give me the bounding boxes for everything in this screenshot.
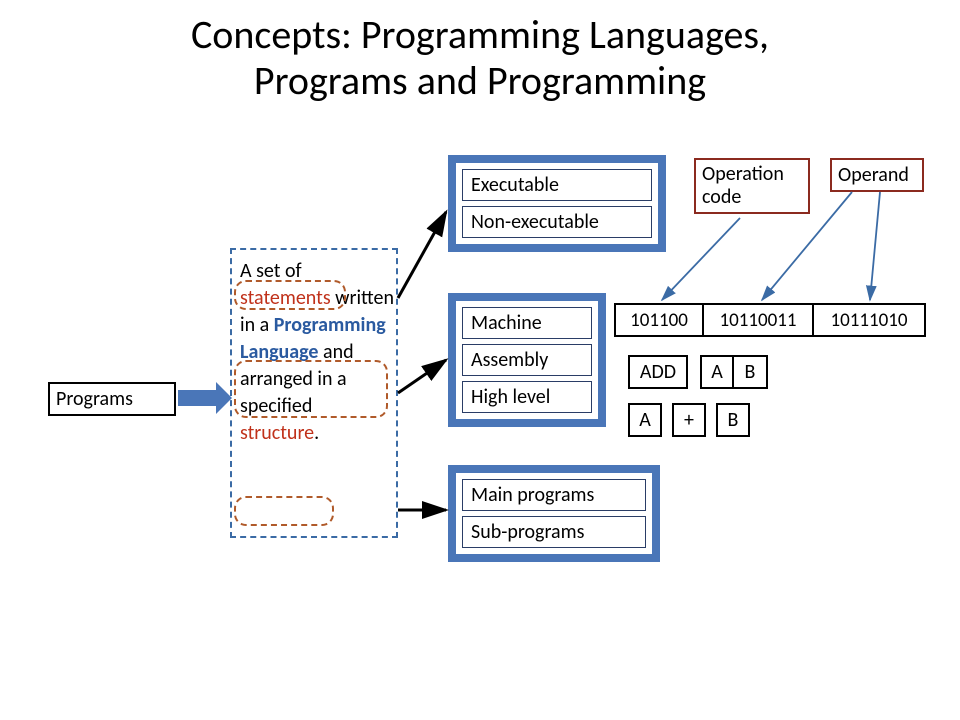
diagram-stage: Concepts: Programming Languages, Program… xyxy=(0,0,960,720)
arrow-operand-to-binary3-icon xyxy=(870,192,880,300)
prog-group: Main programs Sub-programs xyxy=(448,465,660,562)
binary-cell-2: 10110011 xyxy=(704,303,814,337)
operation-code-label: Operation code xyxy=(702,162,784,209)
asm-cell-b: B xyxy=(734,355,768,389)
arrow-to-level-icon xyxy=(398,360,446,393)
asm-cell-a: A xyxy=(700,355,734,389)
hl-cell-a: A xyxy=(628,403,662,437)
level-assembly: Assembly xyxy=(462,344,592,376)
operand-label: Operand xyxy=(838,163,909,187)
kw-structure: structure xyxy=(240,421,314,445)
highlight-structure xyxy=(234,496,334,526)
prog-sub: Sub-programs xyxy=(462,516,646,548)
level-machine: Machine xyxy=(462,307,592,339)
programs-label: Programs xyxy=(56,387,133,411)
exec-group: Executable Non-executable xyxy=(448,155,666,252)
exec-item-executable: Executable xyxy=(462,169,652,201)
binary-cell-1: 101100 xyxy=(614,303,704,337)
asm-cell-add: ADD xyxy=(628,355,688,389)
highlight-statements xyxy=(234,280,346,310)
operand-box: Operand xyxy=(830,158,924,192)
operation-code-box: Operation code xyxy=(694,158,810,214)
programs-box: Programs xyxy=(48,382,176,416)
hl-cell-plus: + xyxy=(672,403,706,437)
hl-cell-b: B xyxy=(716,403,750,437)
highlight-proglang xyxy=(234,360,388,418)
arrow-opcode-to-binary-icon xyxy=(662,218,740,300)
slide-title: Concepts: Programming Languages, Program… xyxy=(0,12,960,104)
exec-item-nonexecutable: Non-executable xyxy=(462,206,652,238)
arrow-to-exec-icon xyxy=(398,212,446,298)
level-highlevel: High level xyxy=(462,381,592,413)
title-line-2: Programs and Programming xyxy=(254,56,706,105)
prog-main: Main programs xyxy=(462,479,646,511)
title-line-1: Concepts: Programming Languages, xyxy=(191,10,769,59)
binary-cell-3: 10111010 xyxy=(814,303,926,337)
level-group: Machine Assembly High level xyxy=(448,293,606,427)
arrow-programs-to-desc-icon xyxy=(178,382,232,414)
